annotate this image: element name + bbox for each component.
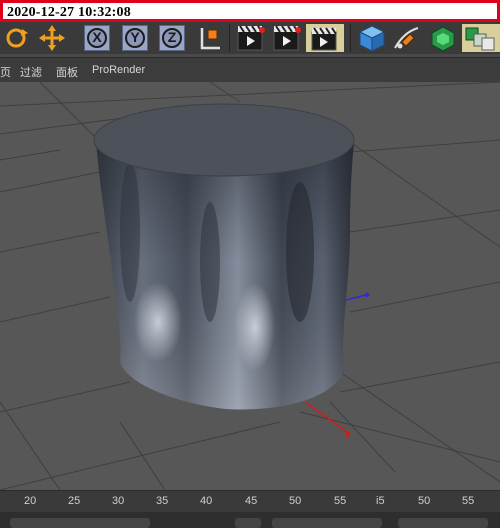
frame-field[interactable]	[235, 518, 261, 528]
ruler-label: 55	[462, 495, 475, 507]
rotate-icon[interactable]	[2, 25, 30, 51]
menu-item-prorender[interactable]: ProRender	[92, 64, 145, 76]
viewport-canvas	[0, 82, 500, 490]
playback-controls[interactable]	[272, 518, 382, 528]
render-settings-icon[interactable]	[306, 24, 344, 52]
x-axis-lock-button[interactable]: X	[84, 25, 110, 51]
render-picture-viewer-icon[interactable]	[272, 24, 302, 52]
menu-item-panel[interactable]: 面板	[56, 64, 78, 80]
pen-icon[interactable]	[392, 24, 422, 52]
timestamp-banner: 2020-12-27 10:32:08	[0, 0, 500, 22]
render-view-icon[interactable]	[236, 24, 266, 52]
y-axis-label: Y	[130, 29, 140, 45]
ruler-label: 40	[200, 495, 213, 507]
toolbar-separator	[229, 24, 230, 52]
ruler-label: 55	[334, 495, 347, 507]
timeline-slider[interactable]	[10, 518, 150, 528]
timeline-controls	[0, 512, 500, 528]
timeline-ruler[interactable]: 20 25 30 35 40 45 50 55 i5 50 55	[0, 490, 500, 513]
ruler-label: 35	[156, 495, 169, 507]
viewport-menu-bar: 页 过滤 面板 ProRender	[0, 57, 500, 83]
coordinate-system-icon[interactable]	[194, 24, 224, 54]
z-axis-label: Z	[167, 29, 177, 45]
toolbar-separator	[350, 24, 351, 52]
x-axis-label: X	[92, 29, 102, 45]
subdivide-icon[interactable]	[428, 24, 458, 52]
ruler-label: 45	[245, 495, 258, 507]
ruler-label: i5	[376, 495, 385, 507]
keyframe-controls[interactable]	[398, 518, 488, 528]
3d-viewport[interactable]	[0, 82, 500, 490]
menu-item-display[interactable]: 页	[0, 64, 11, 80]
timestamp-text: 2020-12-27 10:32:08	[7, 5, 131, 20]
z-axis-lock-button[interactable]: Z	[159, 25, 185, 51]
cube-icon[interactable]	[356, 24, 388, 52]
ruler-label: 30	[112, 495, 125, 507]
menu-item-filter[interactable]: 过滤	[20, 64, 42, 80]
array-icon[interactable]	[462, 24, 500, 52]
ruler-label: 25	[68, 495, 81, 507]
cloth-cylinder-object	[93, 103, 355, 410]
move-icon[interactable]	[38, 25, 66, 51]
y-axis-lock-button[interactable]: Y	[122, 25, 148, 51]
z-axis-line	[345, 294, 367, 301]
ruler-label: 50	[289, 495, 302, 507]
x-axis-line	[304, 401, 351, 435]
ruler-label: 20	[24, 495, 37, 507]
ruler-label: 50	[418, 495, 431, 507]
